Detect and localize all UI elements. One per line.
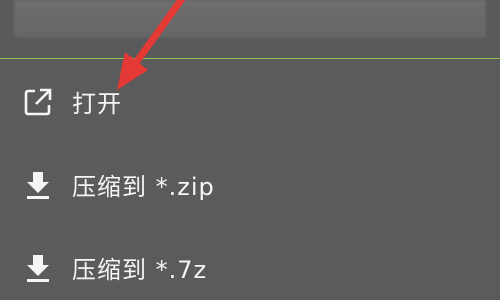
open-external-icon: [20, 84, 56, 120]
menu-item-open[interactable]: 打开: [0, 60, 500, 143]
accent-divider: [0, 58, 500, 59]
header-area: [0, 0, 500, 56]
context-menu-screen: 打开 压缩到 *.zip 压缩到 *.7z: [0, 0, 500, 300]
menu-item-compress-7z[interactable]: 压缩到 *.7z: [0, 226, 500, 300]
download-icon: [20, 250, 56, 286]
blurred-input-field: [14, 0, 486, 38]
download-icon: [20, 167, 56, 203]
menu-item-label: 压缩到 *.7z: [72, 256, 208, 284]
menu-item-label: 打开: [72, 90, 122, 118]
menu-item-label: 压缩到 *.zip: [72, 173, 215, 201]
action-menu: 打开 压缩到 *.zip 压缩到 *.7z: [0, 60, 500, 300]
menu-item-compress-zip[interactable]: 压缩到 *.zip: [0, 143, 500, 226]
